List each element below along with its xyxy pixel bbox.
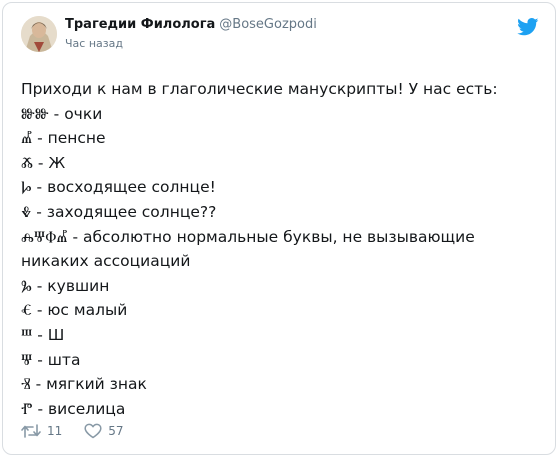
- retweet-count: 11: [47, 424, 63, 438]
- tweet-line: Ⰳ - кувшин: [21, 276, 110, 295]
- tweet-line: Ⰼ - пенсне: [21, 129, 106, 148]
- like-count: 57: [108, 424, 124, 438]
- tweet-actions: 11 57: [21, 423, 146, 439]
- author-line: Трагедии Филолога @BoseGozpodi: [65, 17, 317, 32]
- retweet-icon: [21, 424, 41, 438]
- author-handle[interactable]: @BoseGozpodi: [219, 17, 317, 32]
- like-button[interactable]: 57: [84, 423, 124, 439]
- avatar[interactable]: [21, 16, 57, 52]
- tweet-line: Ⱐ - мягкий знак: [21, 375, 147, 394]
- tweet-line: Ⱔ - юс малый: [21, 301, 128, 320]
- tweet-line: ⰎⰛⰗⰌ - абсолютно нормальные буквы, не вы…: [21, 227, 475, 246]
- tweet-text: Приходи к нам в глаголические манускрипт…: [21, 77, 541, 421]
- tweet-line: Ⰷ - заходящее солнце??: [21, 202, 217, 221]
- tweet-line: ⰖⰖ - очки: [21, 104, 103, 123]
- tweet-line: Ⱎ - Ш: [21, 325, 65, 344]
- tweet-line: Ⱈ - восходящее солнце!: [21, 178, 216, 197]
- tweet-line: Ⱋ - шта: [21, 350, 81, 369]
- twitter-bird-icon[interactable]: [517, 18, 539, 36]
- tweet-line: Ⱂ - виселица: [21, 399, 126, 418]
- tweet-card: Трагедии Филолога @BoseGozpodi Час назад …: [2, 2, 556, 455]
- tweet-line: никаких ассоциаций: [21, 252, 191, 271]
- author-name[interactable]: Трагедии Филолога: [65, 17, 215, 32]
- tweet-line: Ⰶ - Ж: [21, 153, 66, 172]
- heart-icon: [84, 423, 102, 439]
- tweet-line: Приходи к нам в глаголические манускрипт…: [21, 80, 498, 98]
- timestamp[interactable]: Час назад: [65, 37, 123, 50]
- avatar-image: [21, 16, 57, 52]
- retweet-button[interactable]: 11: [21, 423, 62, 439]
